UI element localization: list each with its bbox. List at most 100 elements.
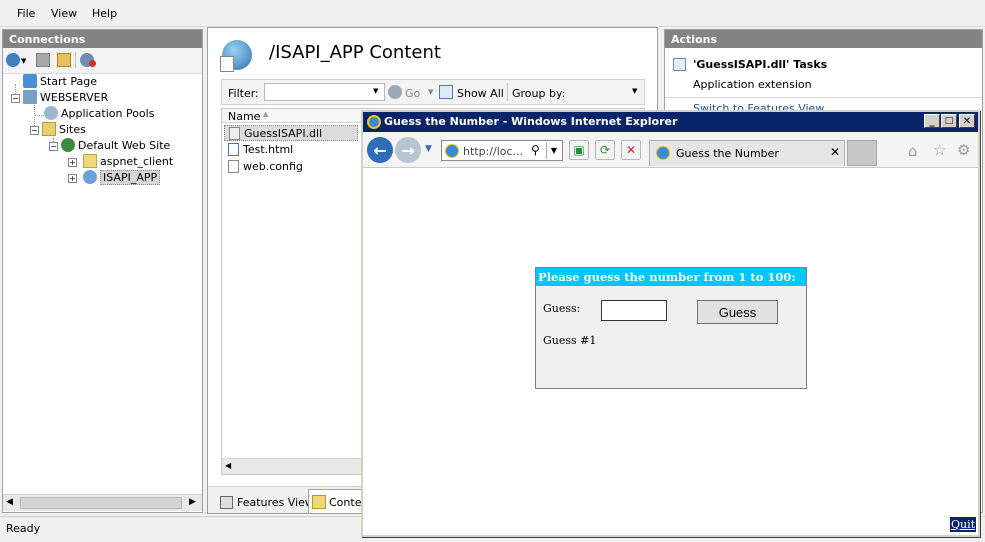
guess-counter: Guess #1 (543, 334, 597, 347)
ie-logo-icon (367, 115, 381, 129)
dll-file-icon (229, 127, 240, 140)
go-icon (388, 85, 402, 99)
close-button[interactable]: ✕ (959, 114, 975, 128)
folder-icon (83, 154, 97, 168)
filter-bar: Filter: ▼ Go ▼ Show All Group by: ▼ (221, 79, 645, 105)
menu-view[interactable]: View (51, 7, 77, 20)
server-collapse-icon[interactable]: − (11, 94, 20, 103)
history-dropdown-icon[interactable]: ▼ (425, 144, 432, 154)
address-dropdown-icon[interactable]: ▼ (546, 142, 561, 159)
sites-folder-icon (42, 122, 56, 136)
connections-title: Connections (3, 30, 202, 48)
forward-button[interactable]: → (395, 137, 421, 163)
stop-icon[interactable]: ✕ (621, 140, 641, 160)
connections-toolbar: ▼ (3, 48, 202, 74)
file-row-selected[interactable]: GuessISAPI.dll (224, 125, 358, 141)
config-file-icon (228, 160, 239, 173)
tab-features-view[interactable]: Features View (216, 490, 319, 512)
tools-gear-icon[interactable]: ⚙ (957, 141, 970, 159)
quit-link[interactable]: Quit (950, 517, 977, 532)
file-name: web.config (243, 160, 303, 173)
go-button[interactable]: Go (405, 87, 420, 100)
app-pools-icon (44, 106, 58, 120)
group-by-label[interactable]: Group by: (512, 87, 565, 100)
actions-title: Actions (665, 30, 982, 48)
connections-hscrollbar[interactable]: ◀ ▶ (3, 494, 202, 511)
default-site-collapse-icon[interactable]: − (49, 142, 58, 151)
game-heading: Please guess the number from 1 to 100: (536, 268, 806, 286)
file-row[interactable]: web.config (224, 159, 358, 175)
show-all-button[interactable]: Show All (457, 87, 504, 100)
tree-default-site[interactable]: Default Web Site (61, 138, 170, 154)
page-title: /ISAPI_APP Content (269, 42, 441, 63)
extension-icon (673, 58, 686, 71)
ie-toolbar: ← → ▼ http://loc... ⚲ ▼ ▣ ⟳ ✕ Guess the … (363, 132, 978, 168)
isapi-expand-icon[interactable]: + (68, 174, 77, 183)
maximize-button[interactable]: □ (941, 114, 957, 128)
sites-collapse-icon[interactable]: − (30, 126, 39, 135)
ie-window: Guess the Number - Windows Internet Expl… (361, 110, 980, 537)
address-text[interactable]: http://loc... (463, 145, 523, 158)
show-all-icon (439, 85, 453, 99)
menu-bar: File View Help (0, 0, 985, 27)
save-icon[interactable] (36, 53, 50, 67)
guess-input[interactable] (601, 300, 667, 321)
tree-start-page[interactable]: Start Page (23, 74, 97, 90)
game-form: Please guess the number from 1 to 100: G… (535, 267, 807, 389)
go-dropdown-icon[interactable]: ▼ (428, 88, 433, 96)
tree-app-pools[interactable]: Application Pools (44, 106, 154, 122)
guess-button[interactable]: Guess (697, 300, 778, 324)
disconnect-x-icon (89, 60, 96, 67)
column-name[interactable]: Name (228, 110, 260, 123)
start-page-icon (23, 74, 37, 88)
connect-globe-icon[interactable] (6, 53, 20, 67)
application-icon (83, 170, 97, 184)
refresh-icon[interactable]: ⟳ (595, 140, 615, 160)
toolbar-separator (75, 52, 76, 68)
back-button[interactable]: ← (367, 137, 393, 163)
guess-label: Guess: (543, 302, 581, 315)
close-tab-icon[interactable]: ✕ (830, 145, 840, 159)
home-icon[interactable]: ⌂ (908, 142, 918, 160)
scroll-left-icon[interactable]: ◀ (6, 497, 13, 507)
content-page-icon (220, 56, 234, 72)
server-icon (23, 90, 37, 104)
filter-label: Filter: (228, 87, 259, 100)
ie-titlebar[interactable]: Guess the Number - Windows Internet Expl… (363, 112, 978, 132)
favorites-star-icon[interactable]: ☆ (933, 141, 946, 159)
search-icon[interactable]: ⚲ (531, 143, 540, 157)
filter-dropdown-icon[interactable]: ▼ (373, 87, 378, 95)
scroll-thumb[interactable] (20, 497, 182, 509)
content-view-icon (312, 495, 326, 509)
connections-panel: Connections ▼ Start Page − WEBSERVER App… (2, 29, 203, 513)
file-name: Test.html (243, 143, 294, 156)
filter-input[interactable] (264, 83, 385, 101)
file-name: GuessISAPI.dll (244, 127, 323, 140)
up-folder-icon[interactable] (57, 53, 71, 67)
ie-page-icon (445, 144, 459, 158)
new-tab-button[interactable] (847, 140, 877, 166)
tab-page-icon (656, 146, 670, 160)
dropdown-arrow-icon[interactable]: ▼ (21, 57, 26, 65)
ie-tab[interactable]: Guess the Number ✕ (649, 140, 845, 166)
website-globe-icon (61, 138, 75, 152)
minimize-button[interactable]: _ (924, 114, 940, 128)
tree-isapi-app[interactable]: ISAPI_APP (83, 170, 161, 186)
compatibility-view-icon[interactable]: ▣ (569, 140, 589, 160)
status-text: Ready (6, 522, 41, 535)
tree-sites[interactable]: Sites (42, 122, 86, 138)
scroll-right-icon[interactable]: ▶ (189, 497, 196, 507)
tree-server[interactable]: WEBSERVER (23, 90, 108, 106)
group-by-dropdown-icon[interactable]: ▼ (632, 87, 637, 95)
tree-aspnet-client[interactable]: aspnet_client (83, 154, 173, 170)
ie-tab-label: Guess the Number (676, 147, 779, 160)
address-bar[interactable]: http://loc... ⚲ ▼ (441, 140, 563, 161)
scroll-left-icon[interactable]: ◀ (225, 461, 231, 470)
menu-file[interactable]: File (17, 7, 35, 20)
tasks-subtitle: Application extension (693, 78, 812, 91)
aspnet-expand-icon[interactable]: + (68, 158, 77, 167)
features-view-icon (220, 496, 233, 509)
ie-window-title: Guess the Number - Windows Internet Expl… (384, 115, 678, 128)
file-row[interactable]: Test.html (224, 142, 358, 158)
menu-help[interactable]: Help (92, 7, 117, 20)
